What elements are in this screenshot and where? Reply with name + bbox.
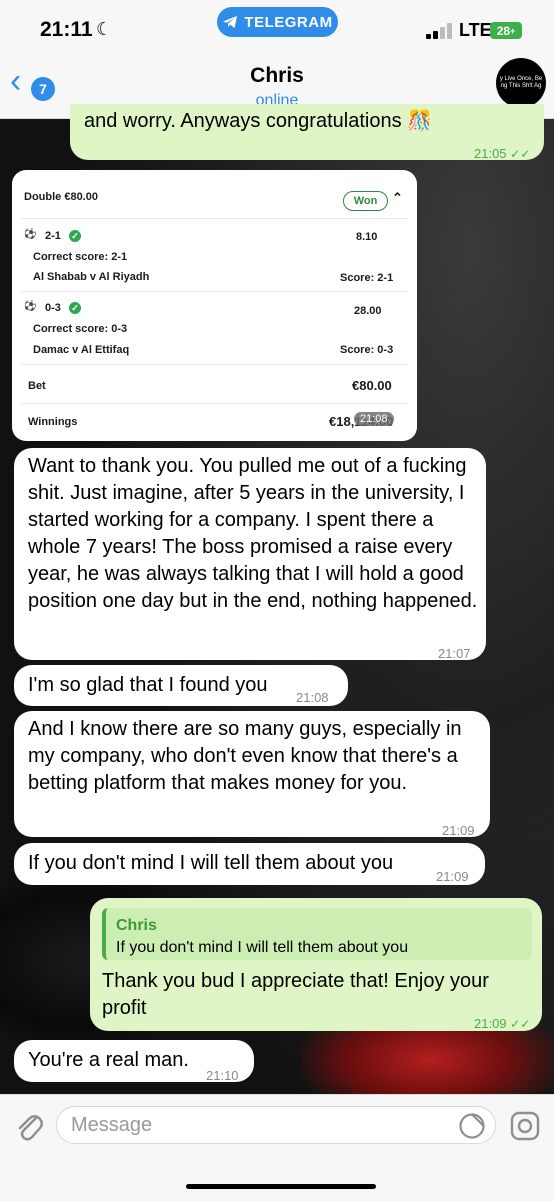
selection-market: Correct score: 2-1: [33, 251, 128, 263]
collapse-chevron-icon: ⌃: [392, 190, 403, 205]
avatar-text-1: y Live Once, Be: [499, 76, 543, 82]
divider: [22, 218, 407, 219]
signal-icon: [426, 23, 456, 39]
clock: 21:11: [40, 18, 93, 41]
selection-odds: 28.00: [354, 305, 382, 317]
message-time: 21:08: [296, 690, 329, 705]
moon-icon: ☾: [96, 19, 113, 39]
bet-slip: Double €80.00 Won ⌃ ⚽ 2-1 ✓ 8.10 Correct…: [16, 174, 413, 437]
sticker-icon[interactable]: [458, 1112, 486, 1140]
selection-match: Damac v Al Ettifaq: [33, 344, 130, 356]
incoming-message[interactable]: And I know there are so many guys, espec…: [14, 711, 490, 838]
soccer-ball-icon: ⚽: [24, 301, 37, 312]
message-text: I'm so glad that I found you: [28, 674, 268, 696]
incoming-message[interactable]: If you don't mind I will tell them about…: [14, 843, 485, 885]
check-icon: ✓: [69, 230, 81, 242]
double-check-icon: ✓✓: [510, 147, 531, 161]
message-time: 21:10: [206, 1068, 239, 1083]
message-text: If you don't mind I will tell them about…: [28, 852, 394, 874]
incoming-message[interactable]: Want to thank you. You pulled me out of …: [14, 448, 486, 661]
double-check-icon: ✓✓: [510, 1017, 531, 1031]
message-input[interactable]: [56, 1106, 496, 1144]
reply-text: If you don't mind I will tell them about…: [116, 939, 409, 956]
message-text: and worry. Anyways congratulations 🎊: [84, 110, 433, 132]
home-indicator[interactable]: [186, 1184, 376, 1189]
message-text: And I know there are so many guys, espec…: [28, 718, 462, 794]
incoming-message[interactable]: You're a real man. 21:10: [14, 1040, 254, 1083]
avatar[interactable]: y Live Once, Be ng This Sh!t Ag: [496, 58, 546, 108]
outgoing-message[interactable]: and worry. Anyways congratulations 🎊 21:…: [70, 104, 544, 161]
message-text: Want to thank you. You pulled me out of …: [28, 455, 478, 612]
selection-result: Score: 2-1: [340, 272, 394, 284]
bet-slip-image[interactable]: Double €80.00 Won ⌃ ⚽ 2-1 ✓ 8.10 Correct…: [12, 170, 417, 441]
selection-pick: 2-1: [45, 230, 61, 242]
soccer-ball-icon: ⚽: [24, 229, 37, 240]
selection-match: Al Shabab v Al Riyadh: [33, 271, 150, 283]
message-time: 21:09 ✓✓: [474, 1016, 531, 1031]
telegram-plane-icon: [223, 16, 238, 28]
bet-amount: €80.00: [352, 378, 392, 393]
divider: [22, 291, 407, 292]
status-bar: 21:11 ☾ TELEGRAM LTE 28 +: [0, 0, 554, 50]
message-time: 21:05 ✓✓: [474, 146, 531, 161]
battery-level: 28: [496, 23, 511, 38]
image-time: 21:08: [354, 412, 394, 426]
battery-icon: 28 +: [490, 22, 522, 39]
selection-pick: 0-3: [45, 302, 61, 314]
bet-label: Bet: [28, 380, 46, 392]
paperclip-icon[interactable]: [14, 1109, 44, 1143]
telegram-pill[interactable]: TELEGRAM: [217, 7, 338, 37]
avatar-text-2: ng This Sh!t Ag: [500, 83, 542, 89]
check-icon: ✓: [69, 302, 81, 314]
won-badge: Won: [343, 191, 388, 211]
message-time: 21:07: [438, 646, 471, 661]
bet-title: Double €80.00: [24, 191, 98, 203]
telegram-pill-label: TELEGRAM: [244, 13, 333, 31]
chat-title[interactable]: Chris: [0, 64, 554, 88]
selection-odds: 8.10: [356, 231, 378, 243]
camera-icon[interactable]: [510, 1111, 542, 1141]
message-text: You're a real man.: [28, 1049, 189, 1071]
selection-market: Correct score: 0-3: [33, 323, 128, 335]
message-text: Thank you bud I appreciate that! Enjoy y…: [102, 970, 489, 1019]
network-type: LTE: [459, 20, 492, 40]
message-time: 21:09: [436, 869, 469, 884]
incoming-message[interactable]: I'm so glad that I found you 21:08: [14, 665, 348, 706]
divider: [22, 364, 407, 365]
message-time: 21:09: [442, 823, 475, 838]
divider: [22, 403, 407, 404]
reply-quote[interactable]: Chris If you don't mind I will tell them…: [102, 908, 532, 960]
selection-result: Score: 0-3: [340, 344, 394, 356]
outgoing-message[interactable]: Chris If you don't mind I will tell them…: [90, 898, 542, 1031]
winnings-label: Winnings: [28, 416, 78, 428]
